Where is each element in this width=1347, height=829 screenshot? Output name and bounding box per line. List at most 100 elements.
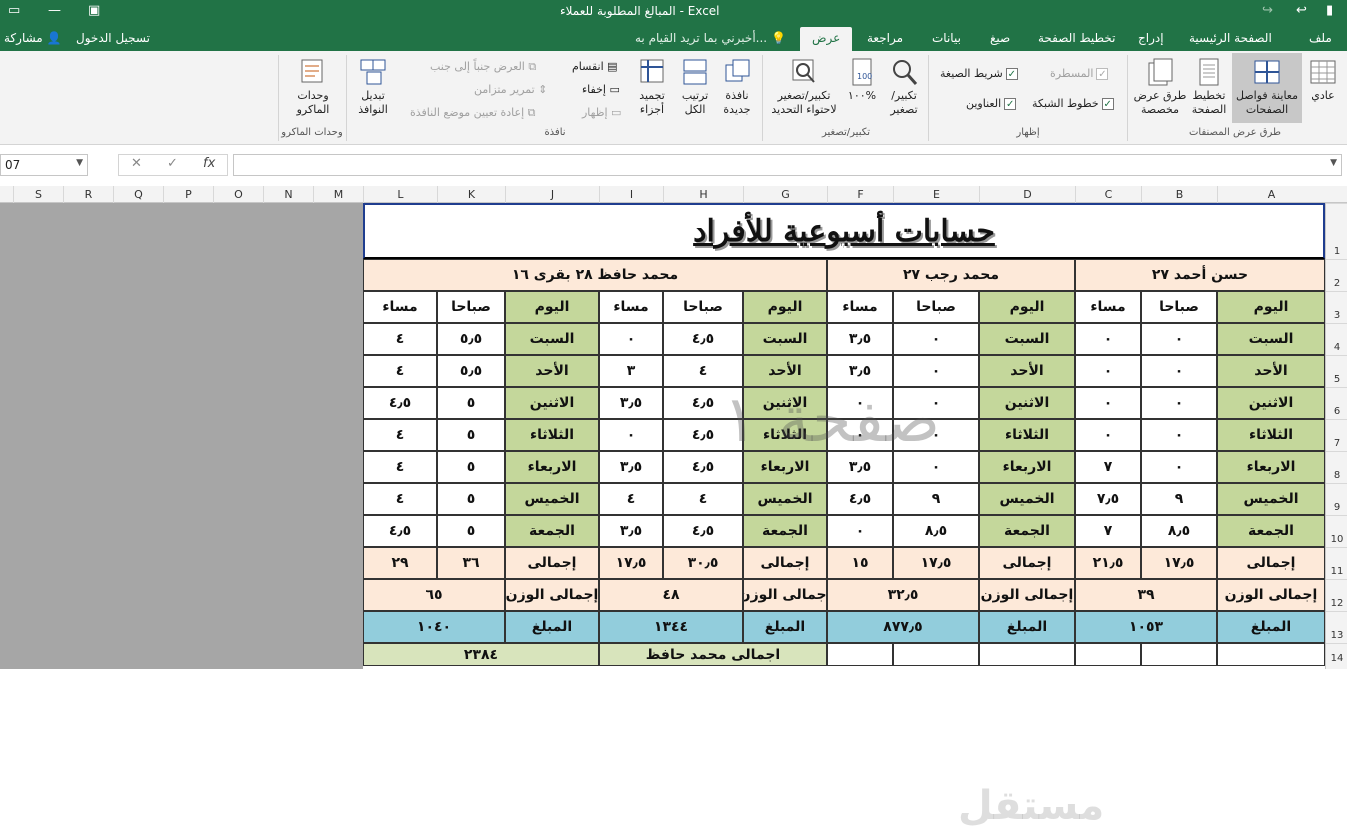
- row-header[interactable]: 6: [1326, 387, 1347, 419]
- morning-value[interactable]: ٥: [437, 515, 505, 547]
- amount-label[interactable]: المبلغ: [505, 611, 599, 643]
- amount-value[interactable]: ١٠٤٠: [363, 611, 505, 643]
- morning-value[interactable]: ٥: [437, 483, 505, 515]
- morning-value[interactable]: ٩: [1141, 483, 1217, 515]
- evening-header[interactable]: مساء: [827, 291, 893, 323]
- expand-formula-icon[interactable]: ▼: [1330, 158, 1337, 168]
- day-name[interactable]: الأحد: [505, 355, 599, 387]
- formula-input[interactable]: ▼: [233, 154, 1342, 176]
- weight-label[interactable]: إجمالى الوزن: [743, 579, 827, 611]
- total-label[interactable]: إجمالى: [1217, 547, 1325, 579]
- row-header[interactable]: 1: [1326, 203, 1347, 259]
- day-header[interactable]: اليوم: [743, 291, 827, 323]
- tell-me-box[interactable]: أخبرني بما تريد القيام به... 💡: [635, 31, 786, 45]
- evening-value[interactable]: ٠: [1075, 419, 1141, 451]
- morning-value[interactable]: ٠: [893, 419, 979, 451]
- evening-value[interactable]: ٠: [827, 419, 893, 451]
- column-header[interactable]: F: [827, 186, 893, 203]
- column-header[interactable]: M: [313, 186, 363, 203]
- day-name[interactable]: السبت: [979, 323, 1075, 355]
- reset-position-button[interactable]: إعادة تعيين موضع النافذة ⧉: [410, 106, 536, 120]
- evening-value[interactable]: ٠: [599, 419, 663, 451]
- column-header[interactable]: G: [743, 186, 827, 203]
- evening-value[interactable]: ٤٫٥: [827, 483, 893, 515]
- day-header[interactable]: اليوم: [979, 291, 1075, 323]
- morning-value[interactable]: ٤٫٥: [663, 451, 743, 483]
- morning-value[interactable]: ٤٫٥: [663, 387, 743, 419]
- column-header[interactable]: E: [893, 186, 979, 203]
- amount-value[interactable]: ١٠٥٣: [1075, 611, 1217, 643]
- day-name[interactable]: السبت: [505, 323, 599, 355]
- row-header[interactable]: 9: [1326, 483, 1347, 515]
- morning-value[interactable]: ٠: [893, 387, 979, 419]
- page-break-preview-button[interactable]: معاينة فواصل الصفحات: [1232, 53, 1302, 123]
- column-header[interactable]: J: [505, 186, 599, 203]
- day-name[interactable]: الأحد: [1217, 355, 1325, 387]
- row-header[interactable]: 8: [1326, 451, 1347, 483]
- column-header[interactable]: O: [213, 186, 263, 203]
- evening-value[interactable]: ٤: [363, 419, 437, 451]
- total-label[interactable]: إجمالى: [505, 547, 599, 579]
- tab-view[interactable]: عرض: [800, 27, 853, 51]
- evening-header[interactable]: مساء: [599, 291, 663, 323]
- evening-value[interactable]: ٤: [363, 451, 437, 483]
- tab-review[interactable]: مراجعة: [867, 31, 903, 45]
- morning-value[interactable]: ٠: [1141, 387, 1217, 419]
- day-name[interactable]: الخميس: [1217, 483, 1325, 515]
- day-name[interactable]: الاربعاء: [979, 451, 1075, 483]
- ruler-checkbox[interactable]: المسطرة ✓: [1050, 67, 1109, 80]
- day-name[interactable]: الجمعة: [979, 515, 1075, 547]
- column-header[interactable]: K: [437, 186, 505, 203]
- total-evening[interactable]: ١٧٫٥: [599, 547, 663, 579]
- column-header[interactable]: R: [63, 186, 113, 203]
- weight-label[interactable]: إجمالى الوزن: [505, 579, 599, 611]
- new-window-button[interactable]: نافذة جديدة: [716, 57, 758, 117]
- evening-value[interactable]: ٧٫٥: [1075, 483, 1141, 515]
- evening-value[interactable]: ٣: [599, 355, 663, 387]
- tab-insert[interactable]: إدراج: [1138, 31, 1164, 45]
- restore-icon[interactable]: ▭: [8, 3, 20, 18]
- morning-value[interactable]: ٠: [1141, 323, 1217, 355]
- day-name[interactable]: الجمعة: [505, 515, 599, 547]
- worksheet-grid[interactable]: حسابات أسبوعية للأفراد حسن أحمد ٢٧ محمد ر…: [363, 203, 1325, 829]
- empty-cell[interactable]: [1141, 643, 1217, 666]
- redo-icon[interactable]: ↪: [1262, 3, 1273, 18]
- enter-icon[interactable]: ✓: [167, 156, 178, 171]
- weight-value[interactable]: ٦٥: [363, 579, 505, 611]
- row-header[interactable]: 7: [1326, 419, 1347, 451]
- freeze-panes-button[interactable]: تجميد أجزاء: [632, 57, 672, 117]
- day-name[interactable]: الأحد: [979, 355, 1075, 387]
- morning-value[interactable]: ٥: [437, 387, 505, 419]
- day-name[interactable]: الاثنين: [1217, 387, 1325, 419]
- evening-header[interactable]: مساء: [1075, 291, 1141, 323]
- total-evening[interactable]: ٢١٫٥: [1075, 547, 1141, 579]
- chevron-down-icon[interactable]: ▼: [76, 158, 83, 168]
- evening-value[interactable]: ٧: [1075, 451, 1141, 483]
- day-name[interactable]: السبت: [1217, 323, 1325, 355]
- save-icon[interactable]: ▮: [1326, 3, 1333, 18]
- row-header[interactable]: 12: [1326, 579, 1347, 611]
- evening-value[interactable]: ٧: [1075, 515, 1141, 547]
- empty-cell[interactable]: [979, 643, 1075, 666]
- share-button[interactable]: مشاركة 👤: [4, 31, 62, 45]
- morning-value[interactable]: ٤: [663, 355, 743, 387]
- grand-total-label[interactable]: اجمالى محمد حافظ: [599, 643, 827, 666]
- empty-cell[interactable]: [827, 643, 893, 666]
- morning-value[interactable]: ٥٫٥: [437, 323, 505, 355]
- weight-label[interactable]: إجمالى الوزن: [979, 579, 1075, 611]
- column-header[interactable]: N: [263, 186, 313, 203]
- amount-label[interactable]: المبلغ: [979, 611, 1075, 643]
- day-name[interactable]: الاربعاء: [743, 451, 827, 483]
- amount-value[interactable]: ١٣٤٤: [599, 611, 743, 643]
- day-name[interactable]: الخميس: [979, 483, 1075, 515]
- zoom-100-button[interactable]: 100 ١٠٠%: [842, 57, 882, 103]
- grand-total-value[interactable]: ٢٣٨٤: [363, 643, 599, 666]
- tab-data[interactable]: بيانات: [932, 31, 961, 45]
- evening-value[interactable]: ٠: [827, 515, 893, 547]
- total-morning[interactable]: ١٧٫٥: [1141, 547, 1217, 579]
- morning-header[interactable]: صباحا: [437, 291, 505, 323]
- amount-label[interactable]: المبلغ: [743, 611, 827, 643]
- morning-header[interactable]: صباحا: [663, 291, 743, 323]
- evening-value[interactable]: ٤: [363, 483, 437, 515]
- evening-value[interactable]: ٠: [827, 387, 893, 419]
